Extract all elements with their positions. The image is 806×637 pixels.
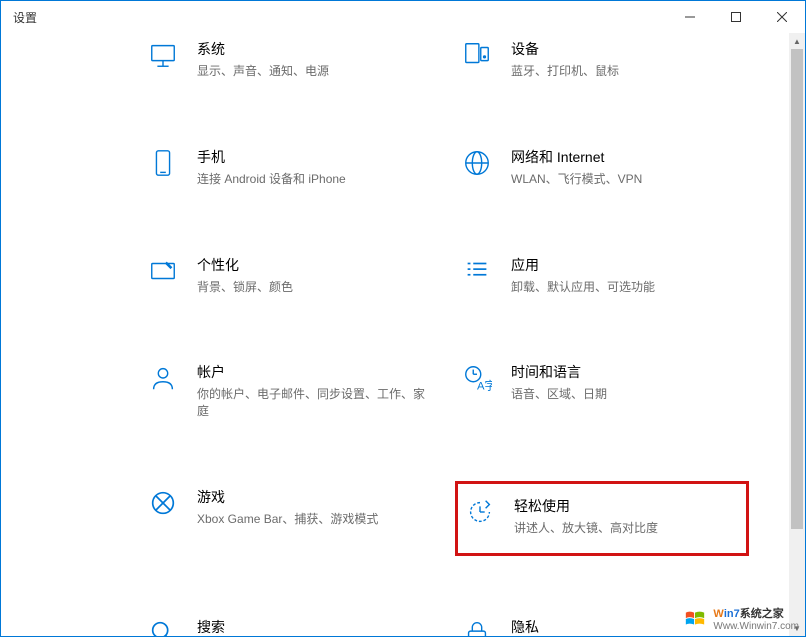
category-title: 设备 [511,39,619,59]
category-title: 网络和 Internet [511,147,642,167]
phone-icon [147,147,179,179]
category-apps[interactable]: 应用卸载、默认应用、可选功能 [455,249,749,302]
network-icon [461,147,493,179]
category-time[interactable]: A字 时间和语言语音、区域、日期 [455,356,749,426]
content-area: 系统显示、声音、通知、电源设备蓝牙、打印机、鼠标手机连接 Android 设备和… [1,33,789,636]
category-gaming[interactable]: 游戏 Xbox Game Bar、捕获、游戏模式 [141,481,435,556]
maximize-button[interactable] [713,1,759,33]
category-desc: Xbox Game Bar、捕获、游戏模式 [197,511,378,528]
category-title: 时间和语言 [511,362,607,382]
category-personalization[interactable]: 个性化背景、锁屏、颜色 [141,249,435,302]
settings-grid: 系统显示、声音、通知、电源设备蓝牙、打印机、鼠标手机连接 Android 设备和… [1,33,789,636]
category-title: 游戏 [197,487,378,507]
category-desc: 蓝牙、打印机、鼠标 [511,63,619,80]
category-desc: 连接 Android 设备和 iPhone [197,171,346,188]
category-search[interactable]: 搜索查找我的文件、权限 [141,611,435,636]
watermark: Win7系统之家 Www.Winwin7.com [681,605,799,632]
category-desc: 讲述人、放大镜、高对比度 [514,520,658,537]
category-desc: 卸载、默认应用、可选功能 [511,279,655,296]
category-desc: 显示、声音、通知、电源 [197,63,329,80]
window-title: 设置 [13,9,37,26]
ease-icon [464,496,496,528]
category-desc: 你的帐户、电子邮件、同步设置、工作、家庭 [197,386,429,420]
category-title: 轻松使用 [514,496,658,516]
devices-icon [461,39,493,71]
category-title: 帐户 [197,362,429,382]
privacy-icon [461,617,493,636]
category-ease[interactable]: 轻松使用讲述人、放大镜、高对比度 [455,481,749,556]
svg-text:A字: A字 [477,379,492,393]
category-phone[interactable]: 手机连接 Android 设备和 iPhone [141,141,435,194]
system-icon [147,39,179,71]
accounts-icon [147,362,179,394]
scrollbar-thumb[interactable] [791,49,803,529]
category-title: 应用 [511,255,655,275]
scroll-up-arrow[interactable]: ▲ [789,33,805,49]
category-title: 手机 [197,147,346,167]
watermark-url: Www.Winwin7.com [713,621,799,632]
watermark-title: Win7系统之家 [713,605,799,621]
category-network[interactable]: 网络和 Internet WLAN、飞行模式、VPN [455,141,749,194]
category-system[interactable]: 系统显示、声音、通知、电源 [141,33,435,86]
category-title: 系统 [197,39,329,59]
windows-logo-icon [681,607,709,631]
category-desc: 语音、区域、日期 [511,386,607,403]
category-title: 隐私 [511,617,619,636]
titlebar: 设置 [1,1,805,33]
personalization-icon [147,255,179,287]
category-accounts[interactable]: 帐户你的帐户、电子邮件、同步设置、工作、家庭 [141,356,435,426]
gaming-icon [147,487,179,519]
category-title: 个性化 [197,255,293,275]
category-devices[interactable]: 设备蓝牙、打印机、鼠标 [455,33,749,86]
time-icon: A字 [461,362,493,394]
category-desc: WLAN、飞行模式、VPN [511,171,642,188]
window-controls [667,1,805,33]
search-icon [147,617,179,636]
close-button[interactable] [759,1,805,33]
apps-icon [461,255,493,287]
minimize-button[interactable] [667,1,713,33]
category-desc: 背景、锁屏、颜色 [197,279,293,296]
settings-window: 设置 系统显示、声音、通知、电源设备蓝牙、打印机、鼠标手机连接 Android … [0,0,806,637]
scrollbar[interactable]: ▲ ▼ [789,33,805,636]
category-title: 搜索 [197,617,305,636]
